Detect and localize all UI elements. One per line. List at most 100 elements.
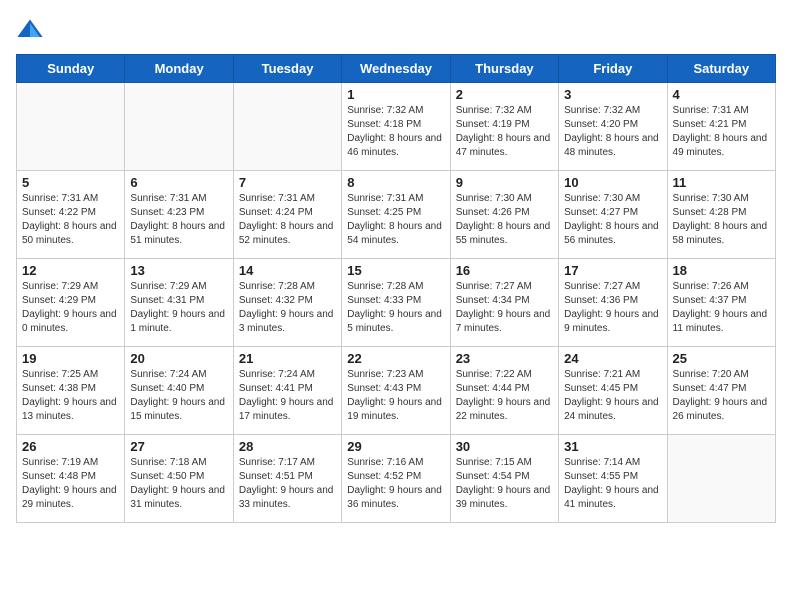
day-info: Sunrise: 7:29 AM Sunset: 4:31 PM Dayligh… (130, 280, 227, 336)
day-number: 21 (239, 351, 336, 366)
day-number: 28 (239, 439, 336, 454)
calendar-cell: 3 Sunrise: 7:32 AM Sunset: 4:20 PM Daylig… (559, 83, 667, 171)
day-info: Sunrise: 7:15 AM Sunset: 4:54 PM Dayligh… (456, 456, 553, 512)
day-number: 4 (673, 87, 770, 102)
calendar-cell: 28 Sunrise: 7:17 AM Sunset: 4:51 PM Dayli… (233, 435, 341, 523)
day-number: 16 (456, 263, 553, 278)
calendar-cell: 6 Sunrise: 7:31 AM Sunset: 4:23 PM Daylig… (125, 171, 233, 259)
calendar-cell: 13 Sunrise: 7:29 AM Sunset: 4:31 PM Dayli… (125, 259, 233, 347)
day-number: 1 (347, 87, 444, 102)
day-info: Sunrise: 7:17 AM Sunset: 4:51 PM Dayligh… (239, 456, 336, 512)
weekday-header: Sunday (17, 55, 125, 83)
day-number: 22 (347, 351, 444, 366)
day-info: Sunrise: 7:31 AM Sunset: 4:22 PM Dayligh… (22, 192, 119, 248)
calendar-cell: 9Sunrise: 7:30 AM Sunset: 4:26 PM Daylig… (450, 171, 558, 259)
calendar-cell: 8 Sunrise: 7:31 AM Sunset: 4:25 PM Daylig… (342, 171, 450, 259)
day-number: 23 (456, 351, 553, 366)
calendar-cell: 5 Sunrise: 7:31 AM Sunset: 4:22 PM Daylig… (17, 171, 125, 259)
day-number: 12 (22, 263, 119, 278)
day-number: 20 (130, 351, 227, 366)
calendar-cell: 19 Sunrise: 7:25 AM Sunset: 4:38 PM Dayli… (17, 347, 125, 435)
day-info: Sunrise: 7:16 AM Sunset: 4:52 PM Dayligh… (347, 456, 444, 512)
day-info: Sunrise: 7:24 AM Sunset: 4:40 PM Dayligh… (130, 368, 227, 424)
day-info: Sunrise: 7:30 AM Sunset: 4:28 PM Dayligh… (673, 192, 770, 248)
calendar-cell: 11 Sunrise: 7:30 AM Sunset: 4:28 PM Dayli… (667, 171, 775, 259)
day-info: Sunrise: 7:32 AM Sunset: 4:18 PM Dayligh… (347, 104, 444, 160)
calendar-week-row: 1 Sunrise: 7:32 AM Sunset: 4:18 PM Daylig… (17, 83, 776, 171)
calendar-cell: 25Sunrise: 7:20 AM Sunset: 4:47 PM Dayli… (667, 347, 775, 435)
calendar-cell: 4 Sunrise: 7:31 AM Sunset: 4:21 PM Daylig… (667, 83, 775, 171)
day-info: Sunrise: 7:25 AM Sunset: 4:38 PM Dayligh… (22, 368, 119, 424)
day-info: Sunrise: 7:23 AM Sunset: 4:43 PM Dayligh… (347, 368, 444, 424)
day-info: Sunrise: 7:21 AM Sunset: 4:45 PM Dayligh… (564, 368, 661, 424)
calendar-cell: 12 Sunrise: 7:29 AM Sunset: 4:29 PM Dayli… (17, 259, 125, 347)
weekday-header: Thursday (450, 55, 558, 83)
day-number: 6 (130, 175, 227, 190)
calendar-cell: 31Sunrise: 7:14 AM Sunset: 4:55 PM Dayli… (559, 435, 667, 523)
day-number: 19 (22, 351, 119, 366)
day-info: Sunrise: 7:28 AM Sunset: 4:32 PM Dayligh… (239, 280, 336, 336)
calendar-header-row: SundayMondayTuesdayWednesdayThursdayFrid… (17, 55, 776, 83)
day-info: Sunrise: 7:31 AM Sunset: 4:21 PM Dayligh… (673, 104, 770, 160)
day-info: Sunrise: 7:31 AM Sunset: 4:25 PM Dayligh… (347, 192, 444, 248)
day-number: 24 (564, 351, 661, 366)
calendar-week-row: 19 Sunrise: 7:25 AM Sunset: 4:38 PM Dayli… (17, 347, 776, 435)
weekday-header: Monday (125, 55, 233, 83)
calendar-week-row: 26Sunrise: 7:19 AM Sunset: 4:48 PM Dayli… (17, 435, 776, 523)
weekday-header: Tuesday (233, 55, 341, 83)
day-info: Sunrise: 7:27 AM Sunset: 4:36 PM Dayligh… (564, 280, 661, 336)
day-number: 13 (130, 263, 227, 278)
day-number: 2 (456, 87, 553, 102)
calendar-week-row: 5 Sunrise: 7:31 AM Sunset: 4:22 PM Daylig… (17, 171, 776, 259)
calendar-cell: 16 Sunrise: 7:27 AM Sunset: 4:34 PM Dayli… (450, 259, 558, 347)
day-number: 29 (347, 439, 444, 454)
calendar-week-row: 12 Sunrise: 7:29 AM Sunset: 4:29 PM Dayli… (17, 259, 776, 347)
day-number: 3 (564, 87, 661, 102)
logo-icon (16, 16, 44, 44)
calendar-cell: 23 Sunrise: 7:22 AM Sunset: 4:44 PM Dayli… (450, 347, 558, 435)
weekday-header: Saturday (667, 55, 775, 83)
day-number: 25 (673, 351, 770, 366)
calendar-cell: 29 Sunrise: 7:16 AM Sunset: 4:52 PM Dayli… (342, 435, 450, 523)
calendar-cell (125, 83, 233, 171)
day-number: 15 (347, 263, 444, 278)
weekday-header: Wednesday (342, 55, 450, 83)
day-info: Sunrise: 7:31 AM Sunset: 4:24 PM Dayligh… (239, 192, 336, 248)
calendar-cell (17, 83, 125, 171)
calendar-cell: 2 Sunrise: 7:32 AM Sunset: 4:19 PM Daylig… (450, 83, 558, 171)
calendar-cell: 14 Sunrise: 7:28 AM Sunset: 4:32 PM Dayli… (233, 259, 341, 347)
day-number: 14 (239, 263, 336, 278)
day-info: Sunrise: 7:22 AM Sunset: 4:44 PM Dayligh… (456, 368, 553, 424)
day-number: 17 (564, 263, 661, 278)
calendar-cell: 24 Sunrise: 7:21 AM Sunset: 4:45 PM Dayli… (559, 347, 667, 435)
calendar-cell: 1 Sunrise: 7:32 AM Sunset: 4:18 PM Daylig… (342, 83, 450, 171)
calendar-cell: 22 Sunrise: 7:23 AM Sunset: 4:43 PM Dayli… (342, 347, 450, 435)
day-number: 27 (130, 439, 227, 454)
day-info: Sunrise: 7:14 AM Sunset: 4:55 PM Dayligh… (564, 456, 661, 512)
day-number: 8 (347, 175, 444, 190)
calendar-cell: 30 Sunrise: 7:15 AM Sunset: 4:54 PM Dayli… (450, 435, 558, 523)
day-info: Sunrise: 7:32 AM Sunset: 4:19 PM Dayligh… (456, 104, 553, 160)
calendar-cell: 26Sunrise: 7:19 AM Sunset: 4:48 PM Dayli… (17, 435, 125, 523)
calendar-cell: 15Sunrise: 7:28 AM Sunset: 4:33 PM Dayli… (342, 259, 450, 347)
calendar-cell: 18Sunrise: 7:26 AM Sunset: 4:37 PM Dayli… (667, 259, 775, 347)
calendar-cell: 7Sunrise: 7:31 AM Sunset: 4:24 PM Daylig… (233, 171, 341, 259)
day-number: 30 (456, 439, 553, 454)
day-info: Sunrise: 7:29 AM Sunset: 4:29 PM Dayligh… (22, 280, 119, 336)
calendar-cell: 27Sunrise: 7:18 AM Sunset: 4:50 PM Dayli… (125, 435, 233, 523)
day-number: 9 (456, 175, 553, 190)
logo (16, 16, 48, 44)
day-number: 5 (22, 175, 119, 190)
calendar-table: SundayMondayTuesdayWednesdayThursdayFrid… (16, 54, 776, 523)
calendar-cell (233, 83, 341, 171)
day-number: 11 (673, 175, 770, 190)
day-info: Sunrise: 7:27 AM Sunset: 4:34 PM Dayligh… (456, 280, 553, 336)
day-info: Sunrise: 7:19 AM Sunset: 4:48 PM Dayligh… (22, 456, 119, 512)
weekday-header: Friday (559, 55, 667, 83)
calendar-cell (667, 435, 775, 523)
day-info: Sunrise: 7:31 AM Sunset: 4:23 PM Dayligh… (130, 192, 227, 248)
day-info: Sunrise: 7:32 AM Sunset: 4:20 PM Dayligh… (564, 104, 661, 160)
day-number: 10 (564, 175, 661, 190)
page-header (16, 16, 776, 44)
calendar-cell: 10Sunrise: 7:30 AM Sunset: 4:27 PM Dayli… (559, 171, 667, 259)
